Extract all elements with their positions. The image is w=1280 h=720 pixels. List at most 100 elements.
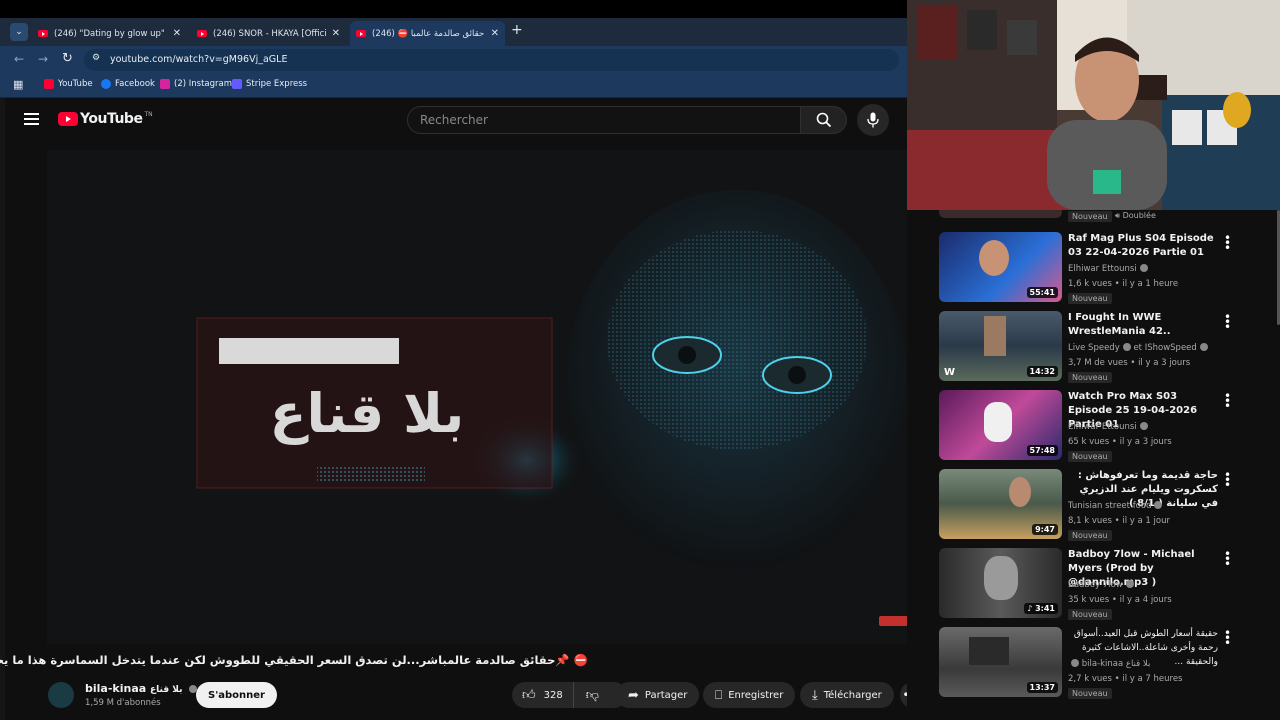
music-icon: ♪ xyxy=(1027,604,1036,613)
dubbed-badge: 🔊︎ Doublée xyxy=(1115,211,1156,220)
video-meta: 1,6 k vues • il y a 1 heure xyxy=(1068,279,1179,289)
tab-2[interactable]: (246) SNOR - HKAYA [Official M ✕ xyxy=(191,21,346,46)
video-thumbnail[interactable]: 57:48 xyxy=(939,390,1062,460)
tab-1[interactable]: (246) "Dating by glow up" Episo ✕ xyxy=(32,21,187,46)
bookmark-label: (2) Instagram xyxy=(174,79,232,89)
menu-icon[interactable] xyxy=(24,113,39,125)
toolbar: ← → ↻ ⚙ youtube.com/watch?v=gM96Vj_aGLE xyxy=(0,46,907,74)
recommendation-item[interactable]: 55:41 Raf Mag Plus S04 Episode 03 22-04-… xyxy=(939,232,1269,304)
forward-icon[interactable]: → xyxy=(38,52,48,66)
like-button[interactable]: 👍︎ 328 xyxy=(512,682,574,708)
recommendation-item[interactable]: ♪ 3:41 Badboy 7low - Michael Myers (Prod… xyxy=(939,548,1269,620)
bookmark-instagram[interactable]: (2) Instagram xyxy=(160,79,232,89)
subscribe-label: S'abonner xyxy=(208,689,265,701)
share-button[interactable]: ➦ Partager xyxy=(616,682,700,708)
tab-title: (246) SNOR - HKAYA [Official M xyxy=(213,28,326,39)
new-tab-icon[interactable]: + xyxy=(511,22,523,38)
new-badge: Nouveau xyxy=(1068,688,1112,699)
search-button[interactable] xyxy=(800,106,847,134)
more-vertical-icon[interactable]: • • • xyxy=(1224,232,1231,254)
dislike-button[interactable]: 👎︎ xyxy=(574,682,611,708)
recommendation-title[interactable]: Raf Mag Plus S04 Episode 03 22-04-2026 P… xyxy=(1068,232,1218,260)
back-icon[interactable]: ← xyxy=(14,52,24,66)
url-text: youtube.com/watch?v=gM96Vj_aGLE xyxy=(110,54,288,65)
video-thumbnail[interactable]: 9:47 xyxy=(939,469,1062,539)
verified-icon xyxy=(1199,343,1208,351)
site-info-icon[interactable]: ⚙ xyxy=(92,53,100,63)
recommendation-partial[interactable]: Nouveau 🔊︎ Doublée xyxy=(939,210,1269,224)
duration-badge: 57:48 xyxy=(1026,445,1058,456)
bookmark-stripe[interactable]: Stripe Express xyxy=(232,79,307,89)
verified-icon xyxy=(1125,580,1134,588)
wwe-logo-icon: W xyxy=(944,367,956,378)
channel-name[interactable]: bila-kinaa بلا قناع xyxy=(85,682,198,695)
duration-badge: 9:47 xyxy=(1032,524,1058,535)
search-icon xyxy=(816,112,832,128)
close-tab-icon[interactable]: ✕ xyxy=(173,28,181,39)
video-meta: 65 k vues • il y a 3 jours xyxy=(1068,437,1172,447)
recommendation-item[interactable]: W 14:32 I Fought In WWE WrestleMania 42.… xyxy=(939,311,1269,383)
duration-badge: ♪ 3:41 xyxy=(1024,603,1058,614)
more-vertical-icon[interactable]: • • • xyxy=(1224,627,1231,649)
channel-extra: et IShowSpeed xyxy=(1133,343,1197,353)
download-label: Télécharger xyxy=(823,689,882,701)
new-badge: Nouveau xyxy=(1068,530,1112,541)
recommendation-item[interactable]: 9:47 حاجة قديمة وما تعرفوهاش : كسكروت وي… xyxy=(939,469,1269,541)
subscribe-button[interactable]: S'abonner xyxy=(196,682,277,708)
channel-name[interactable]: bila-kinaa بلا قناع xyxy=(1068,659,1150,669)
more-vertical-icon[interactable]: • • • xyxy=(1224,311,1231,333)
tab-strip: ⌄ (246) "Dating by glow up" Episo ✕ (246… xyxy=(0,18,907,46)
channel-label: Elhiwar Ettounsi xyxy=(1068,422,1137,432)
voice-search-button[interactable] xyxy=(857,104,889,136)
new-badge: Nouveau xyxy=(1068,451,1112,462)
bookmark-facebook[interactable]: Facebook xyxy=(101,79,155,89)
youtube-favicon-icon xyxy=(197,30,207,37)
recommendation-item[interactable]: 13:37 حقيقة أسعار الطوش قبل العيد..أسواق… xyxy=(939,627,1269,699)
like-count: 328 xyxy=(543,689,563,701)
thumbs-down-icon: 👎︎ xyxy=(585,687,599,703)
video-meta: 8,1 k vues • il y a 1 jour xyxy=(1068,516,1170,526)
save-button[interactable]: ⎕ Enregistrer xyxy=(703,682,796,708)
more-vertical-icon[interactable]: • • • xyxy=(1224,548,1231,570)
video-meta: 3,7 M de vues • il y a 3 jours xyxy=(1068,358,1191,368)
reload-icon[interactable]: ↻ xyxy=(62,51,73,66)
bookmark-label: Stripe Express xyxy=(246,79,308,89)
apps-grid-icon[interactable]: ▦ xyxy=(13,78,23,91)
channel-name[interactable]: Badboy 7low xyxy=(1068,580,1134,590)
webcam-image xyxy=(907,0,1280,210)
download-button[interactable]: ⤓ Télécharger xyxy=(800,682,894,708)
close-tab-icon[interactable]: ✕ xyxy=(332,28,340,39)
channel-name[interactable]: Elhiwar Ettounsi xyxy=(1068,264,1148,274)
new-badge: Nouveau xyxy=(1068,211,1112,222)
channel-name[interactable]: Tunisian street food xyxy=(1068,501,1163,511)
duration-badge: 14:32 xyxy=(1026,366,1058,377)
subscriber-count: 1,59 M d'abonnés xyxy=(85,698,161,708)
recommendation-item[interactable]: 57:48 Watch Pro Max S03 Episode 25 19-04… xyxy=(939,390,1269,462)
address-bar[interactable]: ⚙ youtube.com/watch?v=gM96Vj_aGLE xyxy=(84,49,899,71)
video-thumbnail[interactable]: W 14:32 xyxy=(939,311,1062,381)
video-thumbnail[interactable]: 13:37 xyxy=(939,627,1062,697)
like-dislike-group: 👍︎ 328 👎︎ xyxy=(512,682,627,708)
bookmark-youtube[interactable]: YouTube xyxy=(44,79,93,89)
window-top-edge xyxy=(0,0,907,18)
search-input[interactable]: Rechercher xyxy=(407,106,801,134)
video-thumbnail[interactable]: ♪ 3:41 xyxy=(939,548,1062,618)
video-frame: بلا قناع xyxy=(47,150,927,644)
stripe-icon xyxy=(232,79,242,89)
verified-icon xyxy=(1071,659,1079,667)
youtube-logo[interactable]: YouTube TN xyxy=(58,111,153,127)
recommendation-title[interactable]: I Fought In WWE WrestleMania 42.. xyxy=(1068,311,1218,339)
close-tab-icon[interactable]: ✕ xyxy=(491,28,499,39)
channel-name[interactable]: Elhiwar Ettounsi xyxy=(1068,422,1148,432)
more-vertical-icon[interactable]: • • • xyxy=(1224,390,1231,412)
tab-search-button[interactable]: ⌄ xyxy=(10,23,28,41)
partial-thumbnail xyxy=(939,210,1062,218)
verified-icon xyxy=(1139,264,1148,272)
tab-3-active[interactable]: (246) ⛔ حقائق صالدمة عالمبا ✕ xyxy=(350,21,505,46)
video-thumbnail[interactable]: 55:41 xyxy=(939,232,1062,302)
channel-avatar[interactable] xyxy=(48,682,74,708)
channel-name[interactable]: Live Speedy et IShowSpeed xyxy=(1068,343,1208,353)
video-player[interactable]: بلا قناع xyxy=(47,150,927,644)
more-vertical-icon[interactable]: • • • xyxy=(1224,469,1231,491)
video-meta: 35 k vues • il y a 4 jours xyxy=(1068,595,1172,605)
